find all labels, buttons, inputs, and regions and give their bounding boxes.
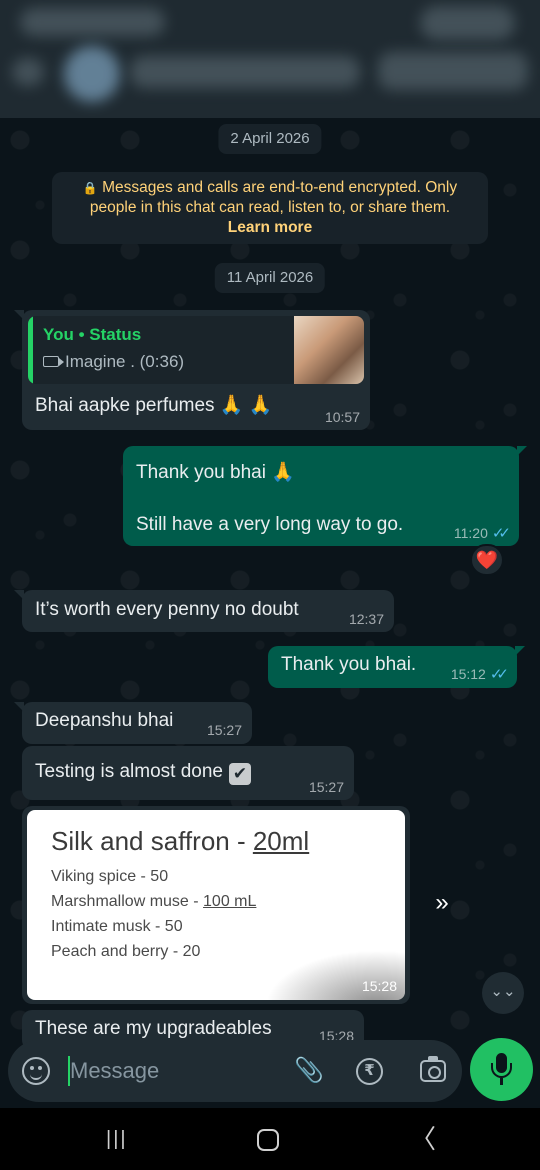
date-chip: 11 April 2026 <box>214 263 326 293</box>
call-icons-blurred[interactable] <box>378 52 528 90</box>
message-bubble-incoming[interactable]: You • Status Imagine . (0:36) Bhai aapke… <box>14 310 370 430</box>
check-box-emoji-icon: ✔ <box>229 763 251 785</box>
image-line: Viking spice - 50 <box>51 868 169 885</box>
message-input[interactable] <box>70 1052 290 1090</box>
quote-accent-bar <box>28 316 33 384</box>
message-bubble-incoming[interactable]: It’s worth every penny no doubt 12:37 <box>14 590 394 632</box>
status-bar-blurred <box>20 8 165 36</box>
video-icon <box>43 356 64 367</box>
mic-icon-stand <box>491 1063 512 1078</box>
image-line-underlined: 100 mL <box>203 893 257 910</box>
message-time: 15:28 <box>361 978 397 994</box>
back-arrow-icon[interactable] <box>12 58 44 86</box>
message-time: 10:57 <box>324 409 360 425</box>
message-text: It’s worth every penny no doubt <box>35 599 299 620</box>
paperclip-icon[interactable]: 📎 <box>294 1054 324 1088</box>
home-icon[interactable] <box>257 1129 279 1151</box>
message-bubble-outgoing[interactable]: Thank you bhai 🙏 Still have a very long … <box>123 446 527 546</box>
message-time: 15:12 ✓✓ <box>450 665 509 683</box>
message-text: Thank you bhai. <box>281 654 417 675</box>
image-title-prefix: Silk and saffron - <box>51 826 253 856</box>
image-message-bubble[interactable]: Silk and saffron - 20ml Viking spice - 5… <box>22 806 410 1004</box>
message-time: 15:27 <box>308 779 344 795</box>
mic-icon-leg <box>500 1078 503 1085</box>
status-reply-quote[interactable]: You • Status Imagine . (0:36) <box>28 316 364 384</box>
time-text: 11:20 <box>453 525 488 541</box>
status-icons-blurred <box>420 6 515 40</box>
image-attachment[interactable]: Silk and saffron - 20ml Viking spice - 5… <box>27 810 405 1000</box>
message-time: 11:20 ✓✓ <box>453 524 511 542</box>
message-text: Bhai aapke perfumes 🙏 🙏 <box>35 395 273 416</box>
image-line-text: Marshmallow muse - <box>51 893 204 910</box>
status-thumbnail <box>294 316 364 384</box>
chat-header <box>0 0 540 118</box>
message-bubble-incoming[interactable]: Testing is almost done ✔ 15:27 <box>22 746 354 800</box>
message-time: 12:37 <box>348 611 384 627</box>
message-text: Deepanshu bhai <box>35 710 174 731</box>
read-receipt-icon: ✓✓ <box>489 666 509 683</box>
message-text: Testing is almost done <box>35 761 223 782</box>
voice-message-button[interactable] <box>470 1038 533 1101</box>
scroll-to-bottom-icon[interactable]: ⌄⌄ <box>482 972 524 1014</box>
lock-icon: 🔒 <box>82 181 98 195</box>
message-composer: 📎 ₹ <box>8 1040 462 1102</box>
recents-icon[interactable]: ||| <box>106 1129 128 1149</box>
image-line: Peach and berry - 20 <box>51 943 201 960</box>
image-line: Intimate musk - 50 <box>51 918 183 935</box>
system-nav-bar: ||| 〈 <box>0 1108 540 1170</box>
forward-icon[interactable]: » <box>424 888 460 918</box>
contact-avatar[interactable] <box>64 46 120 102</box>
read-receipt-icon: ✓✓ <box>491 525 511 542</box>
encryption-text: Messages and calls are end-to-end encryp… <box>89 179 458 216</box>
image-title: Silk and saffron - 20ml <box>51 826 309 857</box>
date-chip: 2 April 2026 <box>218 124 322 154</box>
sticker-emoji-icon[interactable] <box>22 1057 50 1085</box>
back-icon[interactable]: 〈 <box>410 1126 436 1152</box>
message-text-wrap: Testing is almost done ✔ <box>35 761 251 785</box>
message-bubble-outgoing[interactable]: Thank you bhai. 15:12 ✓✓ <box>268 646 525 688</box>
learn-more-link[interactable]: Learn more <box>62 218 478 238</box>
message-text: Still have a very long way to go. <box>136 514 404 535</box>
image-title-underlined: 20ml <box>252 826 310 856</box>
message-time: 15:27 <box>206 722 242 738</box>
time-text: 15:12 <box>450 666 486 682</box>
image-line: Marshmallow muse - 100 mL <box>51 893 256 911</box>
camera-icon[interactable] <box>420 1056 446 1082</box>
payment-rupee-icon[interactable]: ₹ <box>356 1058 383 1085</box>
message-text: Thank you bhai 🙏 <box>136 462 295 483</box>
message-bubble-incoming[interactable]: Deepanshu bhai 15:27 <box>14 702 252 744</box>
quote-title: You • Status <box>43 325 142 344</box>
quote-subtitle-text: Imagine . (0:36) <box>65 352 185 371</box>
heart-reaction-icon[interactable]: ❤️ <box>470 544 504 576</box>
quote-subtitle: Imagine . (0:36) <box>43 352 184 372</box>
message-text: These are my upgradeables <box>35 1018 272 1039</box>
contact-name-blurred[interactable] <box>130 56 360 88</box>
encryption-notice[interactable]: 🔒 Messages and calls are end-to-end encr… <box>52 172 488 244</box>
